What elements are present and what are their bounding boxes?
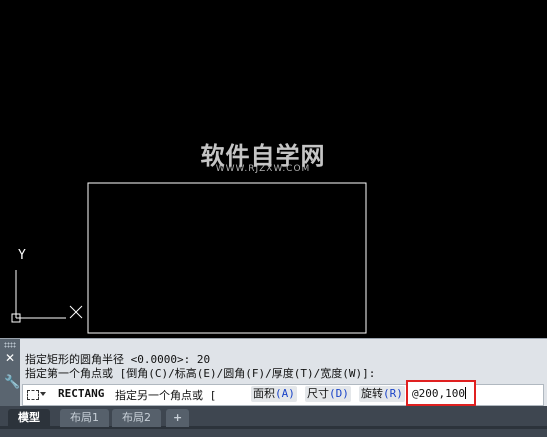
command-prompt: 指定另一个角点或 [: [115, 389, 217, 402]
ucs-icon: [11, 270, 83, 323]
tab-layout1[interactable]: 布局1: [60, 409, 109, 427]
typed-value: @200,100: [412, 387, 465, 400]
layout-tab-bar: 模型 布局1 布局2 +: [0, 406, 547, 437]
drawing-canvas[interactable]: Y 软件自学网 WWW.RJZXW.COM: [0, 0, 547, 338]
command-line-grip[interactable]: ✕ 🔧: [0, 339, 20, 407]
add-layout-button[interactable]: +: [166, 409, 190, 427]
option-dimensions[interactable]: 尺寸(D): [305, 386, 351, 402]
wrench-icon[interactable]: 🔧: [4, 375, 20, 390]
option-area[interactable]: 面积(A): [251, 386, 297, 402]
tab-model[interactable]: 模型: [8, 409, 50, 427]
option-rotation[interactable]: 旋转(R): [359, 386, 405, 402]
grip-handle-icon[interactable]: [4, 342, 16, 348]
tab-layout2[interactable]: 布局2: [112, 409, 161, 427]
command-line-panel: ✕ 🔧 指定矩形的圆角半径 <0.0000>: 20 指定第一个角点或 [倒角(…: [0, 338, 547, 407]
rectangle-preview: [87, 182, 367, 334]
command-history-line-2: 指定第一个角点或 [倒角(C)/标高(E)/圆角(F)/厚度(T)/宽度(W)]…: [25, 367, 376, 380]
ucs-y-label: Y: [18, 248, 26, 263]
recent-commands-icon[interactable]: [27, 389, 46, 400]
command-input-row[interactable]: RECTANG 指定另一个角点或 [ 面积(A) 尺寸(D) 旋转(R) ]: …: [22, 380, 544, 406]
close-icon[interactable]: ✕: [5, 351, 15, 365]
command-input-field[interactable]: @200,100: [406, 380, 476, 406]
text-cursor: [464, 387, 466, 399]
watermark-subtitle: WWW.RJZXW.COM: [215, 164, 311, 174]
command-name: RECTANG: [58, 387, 105, 400]
